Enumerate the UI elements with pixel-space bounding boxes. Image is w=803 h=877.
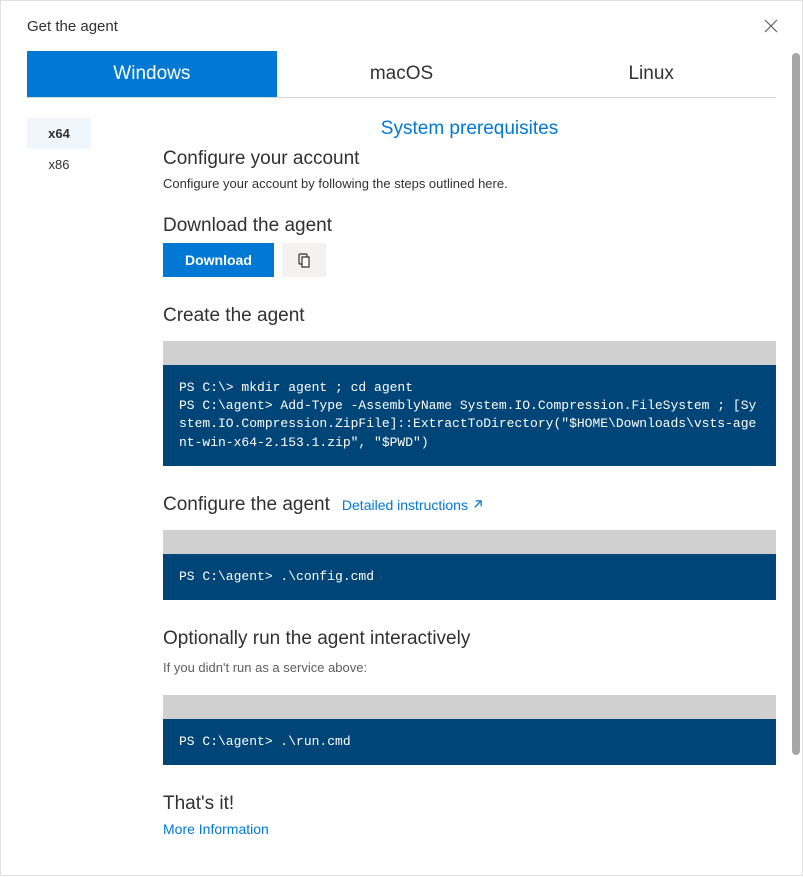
download-button[interactable]: Download: [163, 243, 274, 277]
dialog-body: Windows macOS Linux x64 x86 System prere…: [1, 51, 802, 877]
configure-account-desc: Configure your account by following the …: [163, 176, 776, 191]
detailed-instructions-text: Detailed instructions: [342, 497, 468, 513]
configure-agent-row: Configure the agent Detailed instruction…: [163, 494, 776, 516]
dialog-title: Get the agent: [27, 18, 118, 35]
create-agent-code-block: PS C:\> mkdir agent ; cd agent PS C:\age…: [163, 341, 776, 466]
tab-macos[interactable]: macOS: [277, 51, 527, 97]
main-content: System prerequisites Configure your acco…: [91, 118, 776, 837]
arch-item-x86[interactable]: x86: [27, 149, 91, 180]
copy-button[interactable]: [282, 243, 326, 277]
download-heading: Download the agent: [163, 215, 776, 237]
create-agent-code[interactable]: PS C:\> mkdir agent ; cd agent PS C:\age…: [163, 365, 776, 466]
system-prerequisites-link[interactable]: System prerequisites: [163, 118, 776, 140]
code-block-header: [163, 530, 776, 554]
arch-sidebar: x64 x86: [27, 118, 91, 837]
download-row: Download: [163, 243, 776, 277]
code-block-header: [163, 341, 776, 365]
scrollbar-track[interactable]: [788, 51, 800, 877]
configure-agent-code[interactable]: PS C:\agent> .\config.cmd: [163, 554, 776, 600]
thats-it-heading: That's it!: [163, 793, 776, 815]
close-icon: [764, 19, 778, 33]
tab-windows[interactable]: Windows: [27, 51, 277, 97]
close-button[interactable]: [760, 15, 782, 37]
run-agent-heading: Optionally run the agent interactively: [163, 628, 776, 650]
configure-agent-heading: Configure the agent: [163, 494, 330, 516]
arch-item-x64[interactable]: x64: [27, 118, 91, 149]
content-area: x64 x86 System prerequisites Configure y…: [1, 98, 802, 837]
detailed-instructions-link[interactable]: Detailed instructions: [342, 497, 483, 513]
create-agent-heading: Create the agent: [163, 305, 776, 327]
external-link-icon: [472, 499, 483, 510]
run-agent-code[interactable]: PS C:\agent> .\run.cmd: [163, 719, 776, 765]
run-agent-code-block: PS C:\agent> .\run.cmd: [163, 695, 776, 765]
scrollbar-thumb[interactable]: [792, 53, 800, 755]
os-tabs: Windows macOS Linux: [27, 51, 776, 98]
dialog-header: Get the agent: [1, 1, 802, 51]
code-block-header: [163, 695, 776, 719]
copy-icon: [296, 252, 312, 268]
get-agent-dialog: Get the agent Windows macOS Linux x64 x8…: [0, 0, 803, 876]
configure-account-heading: Configure your account: [163, 148, 776, 170]
more-information-link[interactable]: More Information: [163, 821, 776, 837]
run-agent-note: If you didn't run as a service above:: [163, 660, 776, 675]
configure-agent-code-block: PS C:\agent> .\config.cmd: [163, 530, 776, 600]
tab-linux[interactable]: Linux: [526, 51, 776, 97]
